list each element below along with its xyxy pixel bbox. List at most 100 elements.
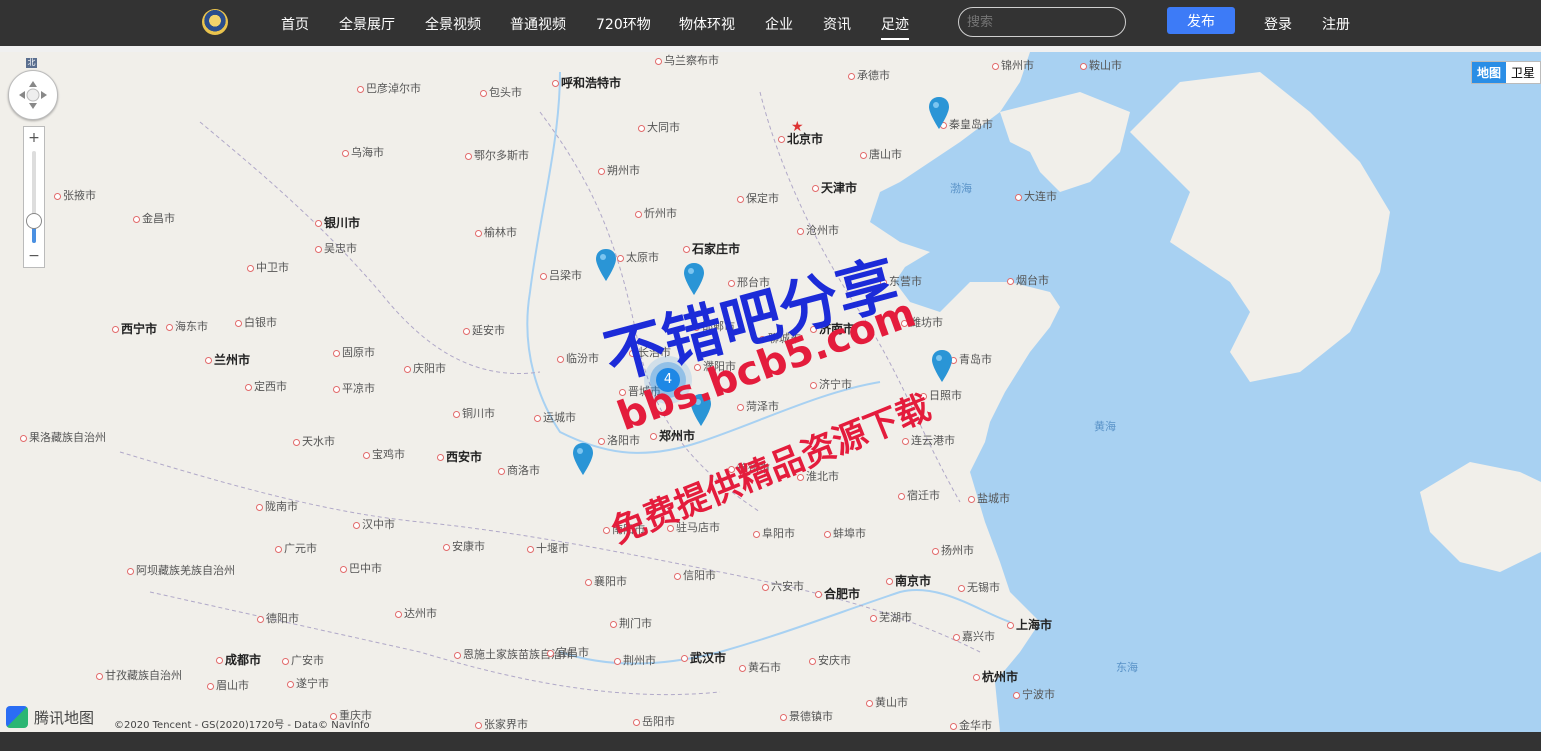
nav-item-news[interactable]: 资讯 [823,14,851,34]
map-brand-label: 腾讯地图 [34,708,95,727]
city-label: 东海 [1116,661,1138,674]
compass-control[interactable] [8,70,58,120]
city-dot-icon [638,124,645,132]
city-label: 岳阳市 [633,713,675,729]
city-dot-icon [824,530,831,538]
nav-item-panorama-video[interactable]: 全景视频 [425,14,481,34]
city-dot-icon [333,385,340,393]
nav-item-panorama-hall[interactable]: 全景展厅 [339,14,395,34]
city-label: 保定市 [737,190,779,206]
city-dot-icon [293,438,300,446]
city-dot-icon [674,572,681,580]
map-canvas[interactable]: ★ 锦州市 鞍山市 乌兰察布市 承德市 巴彦淖尔市 呼和浩特市 包头市 大同市 北京市 秦皇岛市唐… [0,52,1541,732]
city-dot-icon [753,530,760,538]
city-dot-icon [598,167,605,175]
city-label: 铜川市 [453,405,495,421]
city-label: 广安市 [282,652,324,668]
nav-item-normal-video[interactable]: 普通视频 [510,14,566,34]
city-dot-icon [633,718,640,726]
city-label: 合肥市 [815,585,860,602]
city-label: 襄阳市 [585,573,627,589]
city-dot-icon [1007,622,1014,629]
zoom-out-button[interactable]: − [24,247,44,265]
city-label: 榆林市 [475,224,517,240]
location-pin-icon[interactable] [572,443,594,475]
login-link[interactable]: 登录 [1264,14,1292,34]
map-type-satellite[interactable]: 卫星 [1506,62,1540,83]
city-dot-icon [950,722,957,730]
city-dot-icon [797,227,804,235]
city-dot-icon [475,229,482,237]
city-label: 平凉市 [333,380,375,396]
city-dot-icon [683,246,690,253]
location-pin-icon[interactable] [595,249,617,281]
city-dot-icon [340,565,347,573]
zoom-slider-handle[interactable] [26,213,42,229]
city-dot-icon [443,543,450,551]
city-label: 遂宁市 [287,675,329,691]
site-logo[interactable] [202,9,228,35]
location-pin-icon[interactable] [928,97,950,129]
city-label: 南京市 [886,572,931,589]
location-pin-icon[interactable] [931,350,953,382]
search-input[interactable] [958,7,1126,37]
city-label: 乌海市 [342,144,384,160]
city-label: 金华市 [950,717,992,732]
city-label: 武汉市 [681,649,726,666]
city-dot-icon [739,664,746,672]
map-type-switch: 地图 卫星 [1470,61,1541,84]
city-dot-icon [610,620,617,628]
city-dot-icon [635,210,642,218]
city-label: 中卫市 [247,259,289,275]
city-label: 安庆市 [809,652,851,668]
register-link[interactable]: 注册 [1322,14,1350,34]
city-dot-icon [235,319,242,327]
nav-item-object-view[interactable]: 物体环视 [679,14,735,34]
city-label: 陇南市 [256,498,298,514]
city-label: 无锡市 [958,579,1000,595]
city-label: 甘孜藏族自治州 [96,667,182,683]
city-dot-icon [112,326,119,333]
city-label: 宜昌市 [547,644,589,660]
city-label: 嘉兴市 [953,628,995,644]
city-label: 延安市 [463,322,505,338]
publish-button[interactable]: 发布 [1167,7,1235,34]
city-dot-icon [866,699,873,707]
nav-item-enterprise[interactable]: 企业 [765,14,793,34]
map-terrain: ★ [119,52,1541,732]
city-dot-icon [275,545,282,553]
zoom-control: + − [23,126,45,268]
city-label: 汉中市 [353,516,395,532]
city-dot-icon [681,655,688,662]
city-label: 鄂尔多斯市 [465,147,529,163]
city-label: 蚌埠市 [824,525,866,541]
city-label: 承德市 [848,67,890,83]
nav-item-home[interactable]: 首页 [281,14,309,34]
city-dot-icon [353,521,360,529]
city-label: 信阳市 [674,567,716,583]
city-label: 达州市 [395,605,437,621]
city-dot-icon [166,323,173,331]
nav-item-footprint[interactable]: 足迹 [881,14,909,40]
city-dot-icon [617,254,624,262]
pan-arrows-icon [19,81,47,109]
city-dot-icon [1007,277,1014,285]
city-dot-icon [932,547,939,555]
city-dot-icon [395,610,402,618]
city-dot-icon [886,578,893,585]
city-dot-icon [898,492,905,500]
city-label: 大连市 [1015,188,1057,204]
city-dot-icon [552,80,559,87]
city-label: 天津市 [812,179,857,196]
city-dot-icon [463,327,470,335]
nav-item-720-object[interactable]: 720环物 [596,14,651,34]
city-dot-icon [96,672,103,680]
zoom-in-button[interactable]: + [24,129,44,147]
city-dot-icon [968,495,975,503]
city-label: 临汾市 [557,350,599,366]
city-label: 海东市 [166,318,208,334]
city-dot-icon [454,651,461,659]
city-dot-icon [498,467,505,475]
city-dot-icon [342,149,349,157]
map-type-map[interactable]: 地图 [1471,62,1506,83]
